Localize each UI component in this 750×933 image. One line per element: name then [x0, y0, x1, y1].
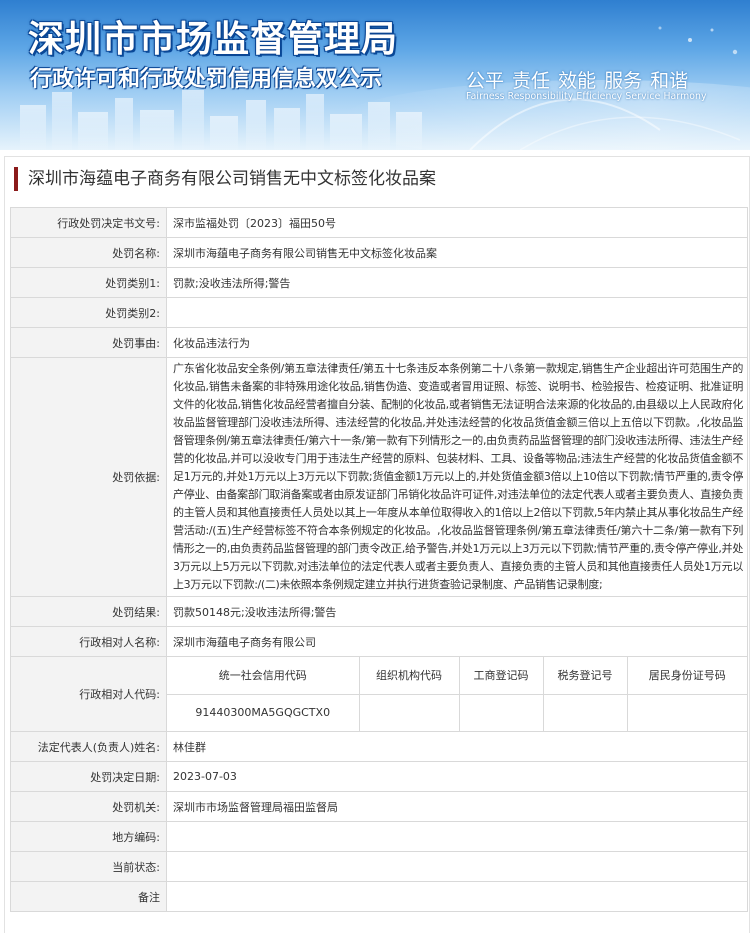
value-decision-date: 2023-07-03	[166, 761, 748, 792]
label-category2: 处罚类别2:	[10, 297, 167, 328]
row-result: 处罚结果: 罚款50148元;没收违法所得;警告	[10, 596, 748, 627]
value-category1: 罚款;没收违法所得;警告	[166, 267, 748, 298]
row-local-code: 地方编码:	[10, 821, 748, 852]
code-cell: 统一社会信用代码 组织机构代码 工商登记码 税务登记号 居民身份证号码 9144…	[166, 656, 748, 732]
label-decision-no: 行政处罚决定书文号:	[10, 207, 167, 238]
label-penalty-name: 处罚名称:	[10, 237, 167, 268]
value-counterpart: 深圳市海蕴电子商务有限公司	[166, 626, 748, 657]
row-authority: 处罚机关: 深圳市市场监督管理局福田监督局	[10, 791, 748, 822]
value-category2	[166, 297, 748, 328]
code-header-credit: 统一社会信用代码	[167, 657, 360, 695]
code-value-org	[358, 693, 460, 731]
label-code: 行政相对人代码:	[10, 656, 167, 732]
row-penalty-name: 处罚名称: 深圳市海蕴电子商务有限公司销售无中文标签化妆品案	[10, 237, 748, 268]
label-counterpart: 行政相对人名称:	[10, 626, 167, 657]
code-header-org: 组织机构代码	[358, 657, 460, 695]
label-local-code: 地方编码:	[10, 821, 167, 852]
banner-title: 深圳市市场监督管理局	[28, 19, 399, 60]
value-result: 罚款50148元;没收违法所得;警告	[166, 596, 748, 627]
label-result: 处罚结果:	[10, 596, 167, 627]
label-remark: 备注	[10, 881, 167, 912]
row-category2: 处罚类别2:	[10, 297, 748, 328]
code-value-row: 91440300MA5GQGCTX0	[167, 693, 747, 731]
case-info-table: 行政处罚决定书文号: 深市监福处罚〔2023〕福田50号 处罚名称: 深圳市海蕴…	[10, 207, 748, 912]
banner-slogan: 公平 责任 效能 服务 和谐	[466, 70, 689, 92]
value-penalty-name: 深圳市海蕴电子商务有限公司销售无中文标签化妆品案	[166, 237, 748, 268]
row-remark: 备注	[10, 881, 748, 912]
value-authority: 深圳市市场监督管理局福田监督局	[166, 791, 748, 822]
row-reason: 处罚事由: 化妆品违法行为	[10, 327, 748, 358]
code-header-row: 统一社会信用代码 组织机构代码 工商登记码 税务登记号 居民身份证号码	[167, 657, 747, 695]
label-legal-rep: 法定代表人(负责人)姓名:	[10, 731, 167, 762]
value-basis: 广东省化妆品安全条例/第五章法律责任/第五十七条违反本条例第二十八条第一款规定,…	[166, 357, 748, 597]
label-reason: 处罚事由:	[10, 327, 167, 358]
code-value-tax	[542, 693, 628, 731]
value-remark	[166, 881, 748, 912]
value-legal-rep: 林佳群	[166, 731, 748, 762]
row-category1: 处罚类别1: 罚款;没收违法所得;警告	[10, 267, 748, 298]
label-status: 当前状态:	[10, 851, 167, 882]
value-reason: 化妆品违法行为	[166, 327, 748, 358]
code-value-business	[458, 693, 544, 731]
case-title: 深圳市海蕴电子商务有限公司销售无中文标签化妆品案	[14, 167, 436, 191]
row-basis: 处罚依据: 广东省化妆品安全条例/第五章法律责任/第五十七条违反本条例第二十八条…	[10, 357, 748, 597]
row-code: 行政相对人代码: 统一社会信用代码 组织机构代码 工商登记码 税务登记号 居民身…	[10, 656, 748, 732]
row-counterpart: 行政相对人名称: 深圳市海蕴电子商务有限公司	[10, 626, 748, 657]
value-decision-no: 深市监福处罚〔2023〕福田50号	[166, 207, 748, 238]
code-value-id	[626, 693, 747, 731]
row-decision-no: 行政处罚决定书文号: 深市监福处罚〔2023〕福田50号	[10, 207, 748, 238]
code-subtable: 统一社会信用代码 组织机构代码 工商登记码 税务登记号 居民身份证号码 9144…	[167, 657, 747, 731]
code-header-tax: 税务登记号	[542, 657, 628, 695]
label-decision-date: 处罚决定日期:	[10, 761, 167, 792]
banner-slogan-en: Fairness Responsibility Efficiency Servi…	[466, 91, 707, 102]
row-decision-date: 处罚决定日期: 2023-07-03	[10, 761, 748, 792]
value-status	[166, 851, 748, 882]
label-authority: 处罚机关:	[10, 791, 167, 822]
site-banner: 深圳市市场监督管理局 行政许可和行政处罚信用信息双公示 公平 责任 效能 服务 …	[0, 0, 750, 150]
case-detail-panel: 深圳市海蕴电子商务有限公司销售无中文标签化妆品案 行政处罚决定书文号: 深市监福…	[4, 156, 750, 933]
row-status: 当前状态:	[10, 851, 748, 882]
banner-subtitle: 行政许可和行政处罚信用信息双公示	[30, 67, 383, 92]
code-header-id: 居民身份证号码	[626, 657, 747, 695]
row-legal-rep: 法定代表人(负责人)姓名: 林佳群	[10, 731, 748, 762]
code-value-credit: 91440300MA5GQGCTX0	[167, 693, 360, 731]
value-local-code	[166, 821, 748, 852]
label-category1: 处罚类别1:	[10, 267, 167, 298]
code-header-business: 工商登记码	[458, 657, 544, 695]
label-basis: 处罚依据:	[10, 357, 167, 597]
